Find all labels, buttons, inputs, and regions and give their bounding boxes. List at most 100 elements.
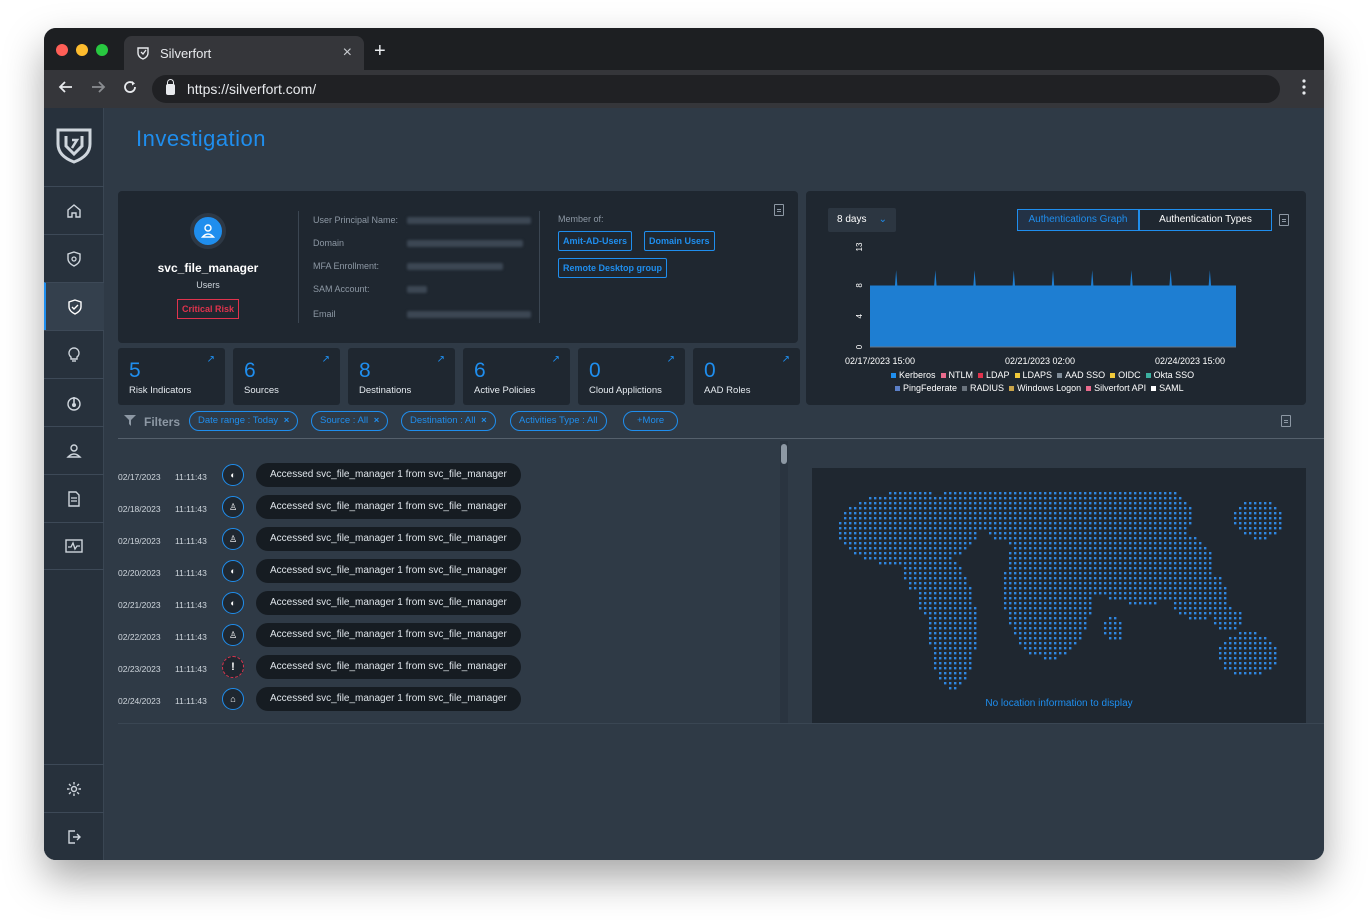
- browser-menu-icon[interactable]: [1302, 79, 1306, 95]
- event-description[interactable]: Accessed svc_file_manager 1 from svc_fil…: [256, 623, 521, 647]
- sidebar-item-monitoring[interactable]: [44, 378, 104, 426]
- map-dot: [874, 552, 877, 555]
- legend-item[interactable]: Silverfort API: [1081, 383, 1146, 393]
- map-dot: [1154, 507, 1157, 510]
- map-dot: [1019, 527, 1022, 530]
- map-dot: [939, 622, 942, 625]
- map-dot: [884, 557, 887, 560]
- filter-chip-label: Activities Type : All: [519, 415, 598, 426]
- map-dot: [944, 602, 947, 605]
- stat-card-active-policies[interactable]: 6 Active Policies ↗: [463, 348, 570, 405]
- sidebar-item-health[interactable]: [44, 522, 104, 570]
- map-dot: [859, 512, 862, 515]
- event-description[interactable]: Accessed svc_file_manager 1 from svc_fil…: [256, 655, 521, 679]
- map-dot: [1139, 552, 1142, 555]
- map-dot: [954, 532, 957, 535]
- stat-card-aad-roles[interactable]: 0 AAD Roles ↗: [693, 348, 800, 405]
- map-dot: [964, 517, 967, 520]
- back-arrow-icon[interactable]: [58, 79, 74, 95]
- stat-card-sources[interactable]: 6 Sources ↗: [233, 348, 340, 405]
- group-chip[interactable]: Domain Users: [644, 231, 715, 251]
- export-icon[interactable]: [774, 204, 784, 216]
- map-dot: [1104, 502, 1107, 505]
- map-dot: [1164, 562, 1167, 565]
- range-select[interactable]: 8 days ⌄: [828, 208, 896, 232]
- export-icon[interactable]: [1281, 415, 1291, 427]
- legend-item[interactable]: Windows Logon: [1004, 383, 1081, 393]
- map-dot: [1224, 622, 1227, 625]
- tab-close-icon[interactable]: ×: [343, 44, 352, 62]
- filter-chip-activities-type[interactable]: Activities Type : All: [510, 411, 607, 431]
- legend-item[interactable]: OIDC: [1105, 370, 1141, 380]
- lock-icon: [166, 78, 175, 95]
- map-dot: [1234, 512, 1237, 515]
- stat-card-destinations[interactable]: 8 Destinations ↗: [348, 348, 455, 405]
- filter-chip-date-range[interactable]: Date range : Today ×: [189, 411, 299, 431]
- more-filters-button[interactable]: +More: [623, 411, 679, 431]
- reload-icon[interactable]: [122, 79, 138, 95]
- event-description[interactable]: Accessed svc_file_manager 1 from svc_fil…: [256, 591, 521, 615]
- legend-item[interactable]: Okta SSO: [1141, 370, 1194, 380]
- legend-item[interactable]: AAD SSO: [1052, 370, 1105, 380]
- legend-item[interactable]: RADIUS: [957, 383, 1004, 393]
- filter-chip-destination[interactable]: Destination : All ×: [401, 411, 496, 431]
- legend-item[interactable]: NTLM: [936, 370, 973, 380]
- stat-card-risk-indicators[interactable]: 5 Risk Indicators ↗: [118, 348, 225, 405]
- map-dot: [1239, 647, 1242, 650]
- sidebar-item-logout[interactable]: [44, 812, 104, 860]
- map-dot: [1144, 557, 1147, 560]
- event-description[interactable]: Accessed svc_file_manager 1 from svc_fil…: [256, 495, 521, 519]
- browser-tab[interactable]: Silverfort ×: [124, 36, 364, 70]
- events-scrollbar-thumb[interactable]: [781, 444, 787, 464]
- sidebar-item-investigation[interactable]: [44, 282, 104, 330]
- map-dot: [1004, 607, 1007, 610]
- map-dot: [1019, 607, 1022, 610]
- sidebar-item-users[interactable]: [44, 426, 104, 474]
- map-dot: [1019, 617, 1022, 620]
- map-dot: [1134, 522, 1137, 525]
- map-dot: [904, 542, 907, 545]
- map-dot: [914, 557, 917, 560]
- sidebar-item-policies[interactable]: [44, 234, 104, 282]
- legend-item[interactable]: SAML: [1146, 383, 1184, 393]
- sidebar-item-insights[interactable]: [44, 330, 104, 378]
- new-tab-button[interactable]: +: [374, 40, 386, 63]
- stat-card-cloud-applications[interactable]: 0 Cloud Applictions ↗: [578, 348, 685, 405]
- tab-authentication-types[interactable]: Authentication Types: [1139, 209, 1272, 231]
- map-dot: [1149, 572, 1152, 575]
- legend-item[interactable]: PingFederate: [890, 383, 957, 393]
- group-chip[interactable]: Remote Desktop group: [558, 258, 668, 278]
- remove-filter-icon[interactable]: ×: [284, 415, 290, 426]
- legend-item[interactable]: LDAP: [973, 370, 1010, 380]
- legend-item[interactable]: Kerberos: [886, 370, 936, 380]
- map-dot: [864, 522, 867, 525]
- events-scrollbar-track[interactable]: [780, 441, 788, 723]
- map-dot: [909, 502, 912, 505]
- event-description[interactable]: Accessed svc_file_manager 1 from svc_fil…: [256, 559, 521, 583]
- event-description[interactable]: Accessed svc_file_manager 1 from svc_fil…: [256, 687, 521, 711]
- address-bar[interactable]: https://silverfort.com/: [152, 75, 1280, 103]
- remove-filter-icon[interactable]: ×: [481, 415, 487, 426]
- remove-filter-icon[interactable]: ×: [374, 415, 380, 426]
- event-description[interactable]: Accessed svc_file_manager 1 from svc_fil…: [256, 527, 521, 551]
- map-dot: [879, 542, 882, 545]
- filter-chip-source[interactable]: Source : All ×: [311, 411, 389, 431]
- legend-item[interactable]: LDAPS: [1010, 370, 1052, 380]
- map-dot: [944, 557, 947, 560]
- forward-arrow-icon[interactable]: [90, 79, 106, 95]
- map-dot: [1129, 542, 1132, 545]
- event-description[interactable]: Accessed svc_file_manager 1 from svc_fil…: [256, 463, 521, 487]
- tab-authentications-graph[interactable]: Authentications Graph: [1017, 209, 1139, 231]
- sidebar-item-home[interactable]: [44, 186, 104, 234]
- minimize-window-button[interactable]: [76, 44, 88, 56]
- map-dot: [1064, 532, 1067, 535]
- maximize-window-button[interactable]: [96, 44, 108, 56]
- sidebar-item-reports[interactable]: [44, 474, 104, 522]
- map-dot: [1109, 492, 1112, 495]
- close-window-button[interactable]: [56, 44, 68, 56]
- map-dot: [1094, 547, 1097, 550]
- export-icon[interactable]: [1279, 214, 1289, 226]
- group-chip[interactable]: Amit-AD-Users: [558, 231, 633, 251]
- sidebar-item-settings[interactable]: [44, 764, 104, 812]
- map-dot: [914, 542, 917, 545]
